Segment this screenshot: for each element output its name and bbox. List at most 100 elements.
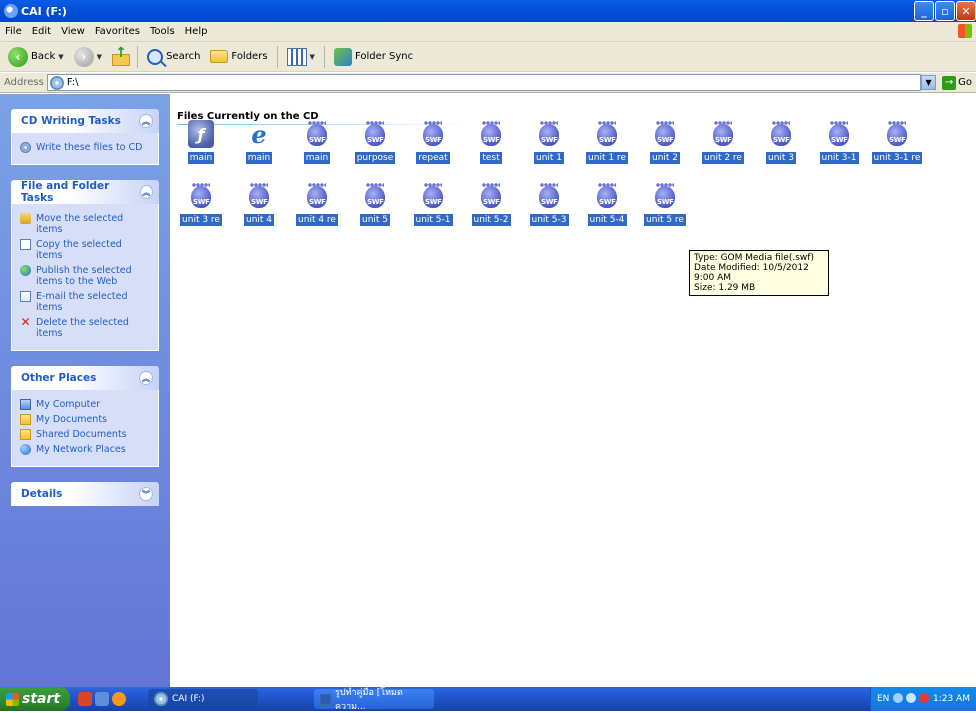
collapse-chevron-icon[interactable]: ︽: [139, 114, 153, 128]
network-icon: [20, 444, 31, 455]
views-button[interactable]: ▼: [283, 46, 319, 68]
place-network-places[interactable]: My Network Places: [20, 442, 150, 457]
taskbar-window-word[interactable]: รูปทำคู่มือ [โหมดความ...: [314, 688, 434, 712]
cd-writing-tasks-header[interactable]: CD Writing Tasks ︽: [11, 109, 159, 133]
menu-tools[interactable]: Tools: [145, 26, 180, 37]
copy-icon: [20, 239, 31, 250]
back-arrow-icon: ‹: [8, 46, 28, 67]
other-places-panel: Other Places ︽ My Computer My Documents …: [11, 366, 159, 467]
tooltip-size: Size: 1.29 MB: [694, 283, 756, 293]
go-button[interactable]: → Go: [938, 75, 976, 90]
security-tray-icon[interactable]: [919, 692, 930, 703]
place-my-computer[interactable]: My Computer: [20, 397, 150, 412]
file-item[interactable]: SWF unit 5-1: [408, 180, 458, 226]
menu-edit[interactable]: Edit: [27, 26, 56, 37]
file-name-label: unit 2: [649, 152, 681, 164]
menu-favorites[interactable]: Favorites: [90, 26, 145, 37]
minimize-button[interactable]: _: [914, 1, 934, 21]
quick-launch-app-icon[interactable]: [95, 692, 109, 706]
back-button[interactable]: ‹ Back ▼: [4, 45, 68, 69]
search-button[interactable]: Search: [143, 47, 204, 67]
address-dropdown-icon[interactable]: ▼: [921, 75, 937, 90]
file-view[interactable]: Files Currently on the CD ƒ main e main SWF m…: [170, 94, 976, 687]
forward-dropdown-icon[interactable]: ▼: [97, 53, 102, 61]
file-item[interactable]: e main: [234, 118, 284, 164]
file-item[interactable]: ƒ main: [176, 118, 226, 164]
collapse-chevron-icon[interactable]: ︽: [139, 185, 153, 199]
file-folder-tasks-header[interactable]: File and Folder Tasks ︽: [11, 180, 159, 204]
task-delete-items[interactable]: ✕ Delete the selected items: [20, 315, 150, 341]
shared-folder-icon: [20, 429, 31, 440]
task-move-items[interactable]: Move the selected items: [20, 211, 150, 237]
file-item[interactable]: SWF repeat: [408, 118, 458, 164]
tray-arrow-icon[interactable]: [893, 692, 904, 703]
file-name-label: unit 1 re: [586, 152, 628, 164]
place-my-documents[interactable]: My Documents: [20, 412, 150, 427]
file-name-label: unit 5-1: [413, 214, 453, 226]
task-write-to-cd[interactable]: Write these files to CD: [20, 140, 150, 155]
title-bar[interactable]: CAI (F:) _ ▫ ✕: [0, 0, 976, 22]
quick-launch-app-icon[interactable]: [112, 692, 126, 706]
close-button[interactable]: ✕: [956, 1, 976, 21]
file-item[interactable]: SWF unit 5-2: [466, 180, 516, 226]
file-item[interactable]: SWF purpose: [350, 118, 400, 164]
menu-help[interactable]: Help: [180, 26, 213, 37]
file-item[interactable]: SWF unit 2: [640, 118, 690, 164]
file-item[interactable]: SWF unit 3 re: [176, 180, 226, 226]
collapse-chevron-icon[interactable]: ︽: [139, 371, 153, 385]
folders-button[interactable]: Folders: [206, 48, 271, 65]
folders-icon: [210, 50, 229, 63]
address-input[interactable]: F:\: [46, 74, 922, 91]
file-item[interactable]: SWF unit 5 re: [640, 180, 690, 226]
quick-launch: [70, 692, 126, 706]
file-item[interactable]: SWF unit 1 re: [582, 118, 632, 164]
task-label: Write these files to CD: [36, 142, 143, 153]
file-item[interactable]: SWF unit 5: [350, 180, 400, 226]
place-shared-documents[interactable]: Shared Documents: [20, 427, 150, 442]
task-label: Move the selected items: [36, 213, 124, 235]
views-dropdown-icon: ▼: [309, 52, 315, 61]
file-item[interactable]: SWF main: [292, 118, 342, 164]
folder-sync-button[interactable]: Folder Sync: [330, 46, 417, 68]
file-item[interactable]: SWF unit 1: [524, 118, 574, 164]
expand-chevron-icon[interactable]: ︾: [139, 487, 153, 501]
forward-button[interactable]: › ▼: [70, 45, 106, 69]
windows-flag-icon: [6, 692, 19, 706]
file-name-label: main: [245, 152, 273, 164]
task-email-items[interactable]: E-mail the selected items: [20, 289, 150, 315]
taskbar-window-cai[interactable]: CAI (F:): [148, 689, 258, 709]
task-label: E-mail the selected items: [36, 291, 128, 313]
file-item[interactable]: SWF unit 2 re: [698, 118, 748, 164]
toolbar-divider: [137, 45, 139, 68]
go-label: Go: [958, 77, 972, 88]
menu-view[interactable]: View: [56, 26, 90, 37]
file-item[interactable]: SWF unit 5-4: [582, 180, 632, 226]
language-indicator[interactable]: EN: [877, 694, 889, 704]
panel-title: Details: [21, 488, 63, 500]
task-publish-web[interactable]: Publish the selected items to the Web: [20, 263, 150, 289]
file-name-label: unit 4: [243, 214, 275, 226]
maximize-button[interactable]: ▫: [935, 1, 955, 21]
swf-file-icon: SWF: [418, 118, 448, 150]
task-copy-items[interactable]: Copy the selected items: [20, 237, 150, 263]
start-button[interactable]: start: [0, 687, 70, 711]
file-folder-tasks-panel: File and Folder Tasks ︽ Move the selecte…: [11, 180, 159, 351]
file-name-label: unit 5-4: [587, 214, 627, 226]
quick-launch-app-icon[interactable]: [78, 692, 92, 706]
file-name-label: test: [480, 152, 502, 164]
file-item[interactable]: SWF unit 4: [234, 180, 284, 226]
file-item[interactable]: SWF unit 3-1: [814, 118, 864, 164]
file-item[interactable]: SWF unit 5-3: [524, 180, 574, 226]
file-name-label: unit 5 re: [644, 214, 686, 226]
file-item[interactable]: SWF unit 3-1 re: [871, 118, 923, 164]
file-item[interactable]: SWF test: [466, 118, 516, 164]
other-places-header[interactable]: Other Places ︽: [11, 366, 159, 390]
network-tray-icon[interactable]: [906, 692, 917, 703]
details-header[interactable]: Details ︾: [11, 482, 159, 506]
clock: 1:23 AM: [932, 694, 970, 704]
back-dropdown-icon[interactable]: ▼: [58, 53, 63, 61]
menu-file[interactable]: File: [0, 26, 27, 37]
up-button[interactable]: [108, 45, 132, 68]
file-item[interactable]: SWF unit 4 re: [292, 180, 342, 226]
file-item[interactable]: SWF unit 3: [756, 118, 806, 164]
